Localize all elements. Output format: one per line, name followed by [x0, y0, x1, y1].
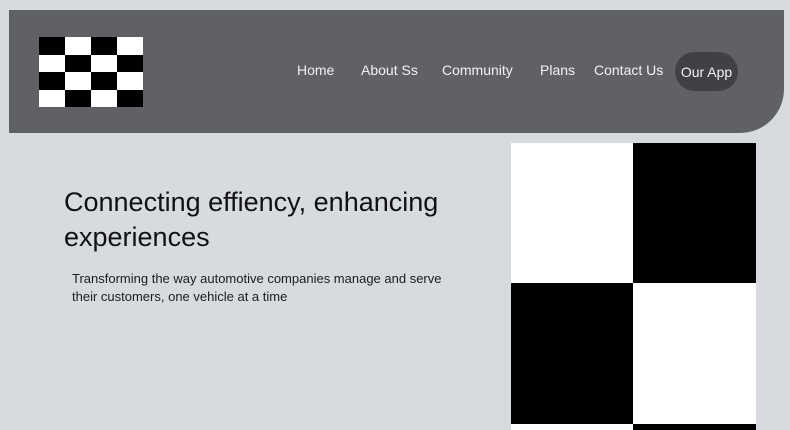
checkered-pattern-image [511, 143, 756, 430]
checker-square-white [511, 424, 633, 430]
header-bar: Home About Ss Community Plans Contact Us… [9, 10, 784, 133]
checker-square-white [511, 143, 633, 283]
hero-subtitle: Transforming the way automotive companie… [72, 271, 442, 304]
nav-link-plans[interactable]: Plans [540, 62, 575, 78]
nav-link-contact[interactable]: Contact Us [594, 62, 663, 78]
nav-link-about[interactable]: About Ss [361, 62, 418, 78]
hero-title: Connecting effiency, enhancing experienc… [64, 187, 439, 252]
main-nav: Home About Ss Community Plans Contact Us [9, 10, 784, 133]
our-app-button[interactable]: Our App [675, 52, 738, 91]
checker-square-black [511, 283, 633, 424]
checker-square-black [633, 143, 756, 283]
checker-square-white [633, 283, 756, 424]
nav-link-home[interactable]: Home [297, 62, 334, 78]
checker-square-black [633, 424, 756, 430]
nav-link-community[interactable]: Community [442, 62, 513, 78]
